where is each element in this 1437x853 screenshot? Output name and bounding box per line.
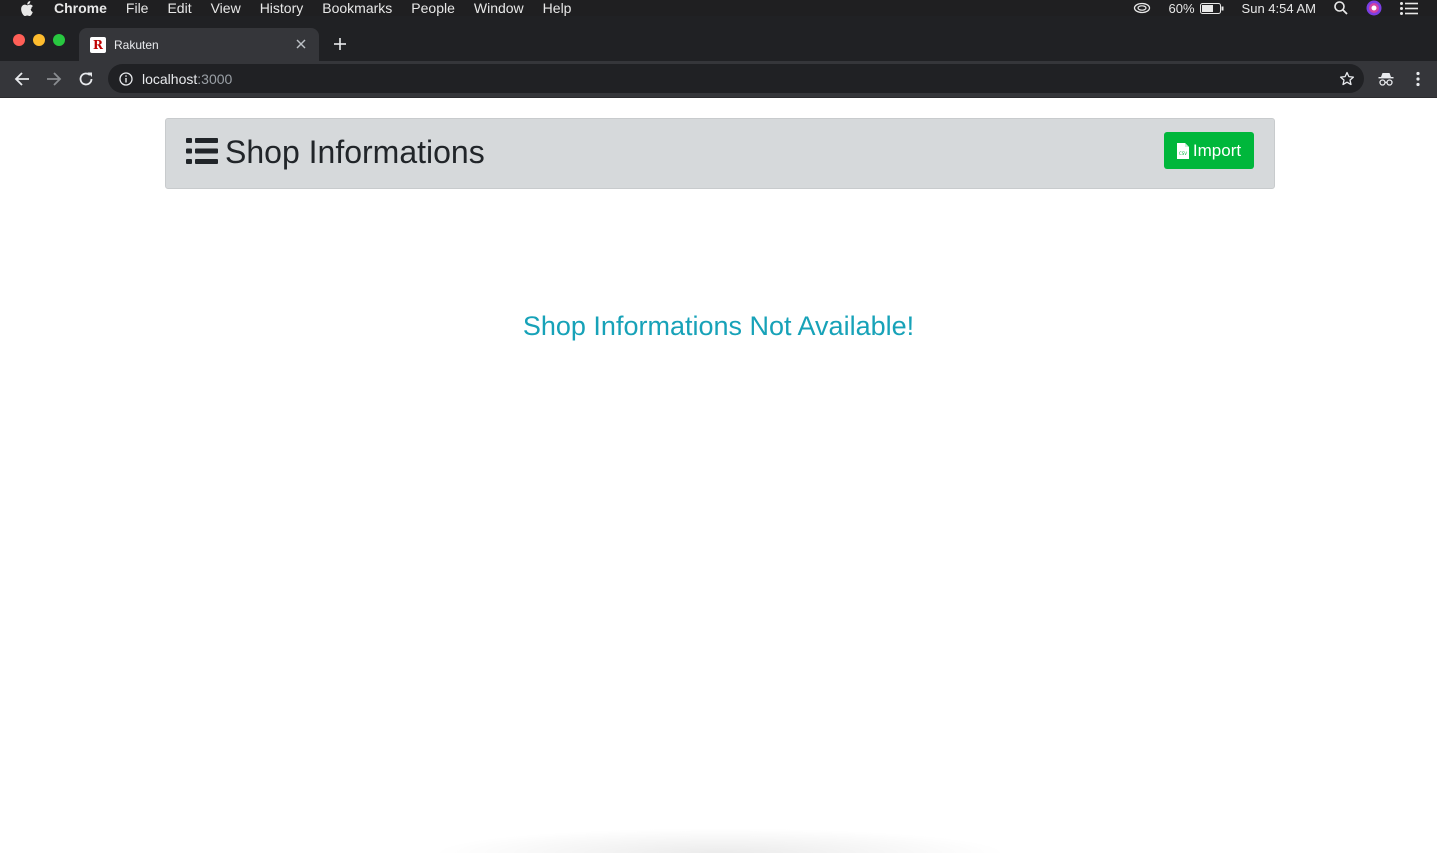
reload-button[interactable] — [76, 69, 96, 89]
page-title: Shop Informations — [225, 134, 485, 170]
browser-toolbar: localhost:3000 — [0, 61, 1437, 98]
menu-help[interactable]: Help — [543, 0, 572, 16]
import-button-label: Import — [1192, 140, 1242, 160]
window-zoom-button[interactable] — [53, 34, 65, 46]
page-viewport: Shop Informations CSV Import Shop Inform… — [0, 98, 1437, 853]
apple-icon[interactable] — [20, 0, 36, 16]
incognito-icon[interactable] — [1377, 70, 1395, 88]
page-header-card: Shop Informations CSV Import — [165, 118, 1275, 189]
menu-window[interactable]: Window — [474, 0, 524, 16]
menu-edit[interactable]: Edit — [167, 0, 191, 16]
siri-icon[interactable] — [1366, 0, 1382, 16]
menu-file[interactable]: File — [126, 0, 149, 16]
arrow-left-icon — [14, 72, 29, 86]
battery-status[interactable]: 60% — [1169, 1, 1224, 16]
spotlight-search-icon[interactable] — [1334, 1, 1348, 15]
url-port: :3000 — [197, 70, 233, 87]
rakuten-favicon-icon: R — [90, 36, 106, 53]
notification-center-icon[interactable] — [1400, 1, 1418, 15]
tab-close-icon[interactable] — [292, 36, 310, 54]
new-tab-button[interactable] — [330, 32, 350, 56]
menubar-clock[interactable]: Sun 4:54 AM — [1242, 1, 1316, 16]
list-icon — [186, 137, 218, 165]
window-minimize-button[interactable] — [33, 34, 45, 46]
macos-menubar: Chrome File Edit View History Bookmarks … — [0, 0, 1437, 16]
chrome-menu-icon[interactable] — [1409, 70, 1427, 88]
menu-app-name[interactable]: Chrome — [54, 0, 107, 16]
url-text[interactable]: localhost:3000 — [142, 71, 232, 87]
menu-bookmarks[interactable]: Bookmarks — [322, 0, 392, 16]
site-info-icon[interactable] — [119, 71, 133, 86]
url-host: localhost — [142, 70, 198, 87]
battery-percent: 60% — [1168, 0, 1195, 16]
arrow-right-icon — [47, 72, 62, 86]
empty-state-message: Shop Informations Not Available! — [522, 311, 915, 341]
back-button[interactable] — [12, 69, 32, 89]
menu-history[interactable]: History — [260, 0, 304, 16]
csv-file-icon: CSV — [1176, 142, 1189, 159]
browser-tab-strip: R Rakuten — [0, 16, 1437, 61]
reload-icon — [79, 72, 93, 86]
forward-button[interactable] — [44, 69, 64, 89]
window-close-button[interactable] — [13, 34, 25, 46]
tab-title: Rakuten — [114, 37, 159, 52]
browser-tab[interactable]: R Rakuten — [79, 28, 319, 61]
menu-people[interactable]: People — [411, 0, 455, 16]
battery-icon — [1199, 2, 1224, 14]
import-button[interactable]: CSV Import — [1164, 132, 1254, 169]
creative-cloud-icon[interactable] — [1133, 2, 1151, 14]
address-bar[interactable]: localhost:3000 — [108, 64, 1364, 93]
svg-text:CSV: CSV — [1179, 151, 1187, 156]
bottom-shadow — [430, 828, 1010, 853]
bookmark-star-icon[interactable] — [1339, 71, 1355, 87]
menu-view[interactable]: View — [211, 0, 241, 16]
